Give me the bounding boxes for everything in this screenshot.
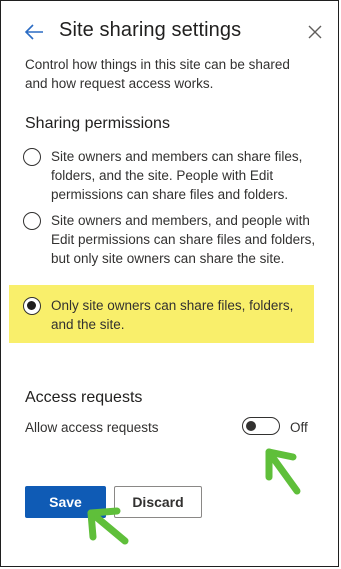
allow-access-requests-label: Allow access requests (25, 420, 159, 435)
sharing-option-label: Site owners and members, and people with… (51, 213, 316, 266)
panel-header: Site sharing settings (1, 15, 338, 51)
access-requests-row: Allow access requests Off (25, 417, 315, 441)
back-arrow-icon[interactable] (23, 21, 45, 43)
sharing-option-label: Site owners and members can share files,… (51, 149, 303, 202)
toggle-knob (246, 420, 256, 431)
sharing-permissions-heading: Sharing permissions (25, 115, 170, 132)
sharing-option-label: Only site owners can share files, folder… (51, 298, 294, 332)
radio-button[interactable] (23, 212, 41, 230)
sharing-option-2[interactable]: Site owners and members, and people with… (23, 211, 318, 268)
radio-button-selected[interactable] (23, 297, 41, 315)
close-icon[interactable] (306, 23, 324, 41)
pointer-arrow-icon (265, 448, 301, 495)
access-requests-heading: Access requests (25, 389, 143, 406)
radio-button[interactable] (23, 148, 41, 166)
toggle-state-text: Off (290, 420, 308, 435)
panel-description: Control how things in this site can be s… (25, 57, 290, 91)
allow-access-requests-toggle[interactable] (242, 417, 280, 435)
sharing-option-3[interactable]: Only site owners can share files, folder… (23, 296, 318, 334)
sharing-option-1[interactable]: Site owners and members can share files,… (23, 147, 318, 204)
discard-button[interactable]: Discard (114, 486, 202, 518)
panel-title: Site sharing settings (59, 19, 242, 41)
site-sharing-settings-panel: Site sharing settings Control how things… (0, 0, 339, 567)
save-button[interactable]: Save (25, 486, 106, 518)
